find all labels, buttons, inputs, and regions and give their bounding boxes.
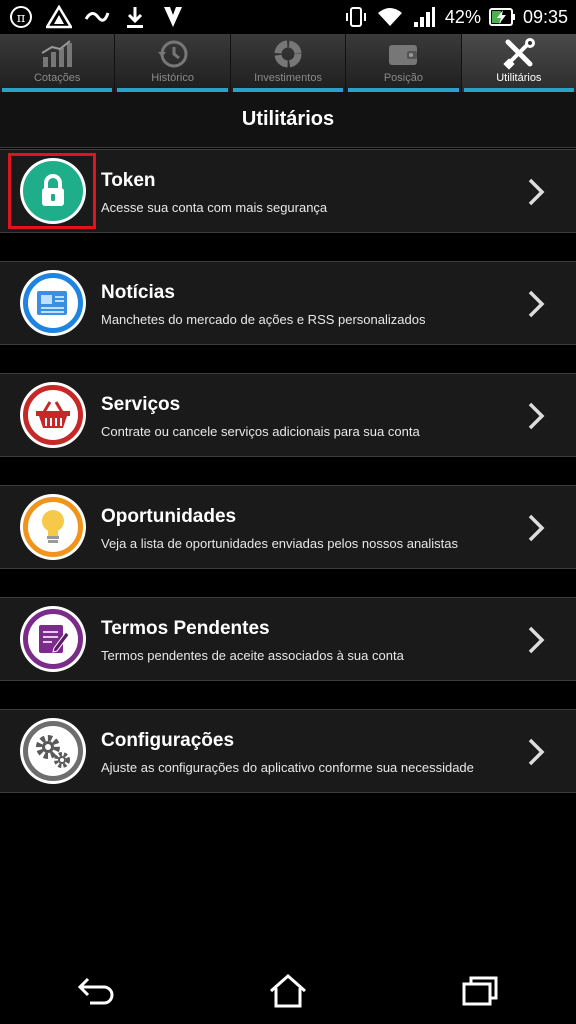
- tab-cotacoes[interactable]: Cotações: [0, 34, 116, 92]
- document-edit-icon: [23, 609, 83, 669]
- history-icon: [156, 38, 190, 70]
- item-title: Notícias: [101, 282, 175, 303]
- triangle-notification-icon: [46, 4, 72, 30]
- list-item-configuracoes[interactable]: Configurações Ajuste as configurações do…: [0, 709, 576, 793]
- list-item-servicos[interactable]: Serviços Contrate ou cancele serviços ad…: [0, 373, 576, 457]
- list-item-noticias[interactable]: Notícias Manchetes do mercado de ações e…: [0, 261, 576, 345]
- gears-icon: [23, 721, 83, 781]
- svg-text:π: π: [17, 11, 26, 26]
- lightbulb-icon: [23, 497, 83, 557]
- icon-badge: [20, 382, 86, 448]
- page-title: Utilitários: [0, 92, 576, 148]
- basket-icon: [23, 385, 83, 445]
- tools-icon: [502, 38, 536, 70]
- download-icon: [122, 4, 148, 30]
- tab-posicao[interactable]: Posição: [346, 34, 462, 92]
- home-button[interactable]: [258, 966, 318, 1016]
- icon-badge: [20, 494, 86, 560]
- item-subtitle: Manchetes do mercado de ações e RSS pers…: [101, 312, 426, 327]
- chevron-right-icon: [528, 738, 545, 766]
- wifi-icon: [377, 4, 403, 30]
- chart-icon: [40, 38, 74, 70]
- back-button[interactable]: [66, 966, 126, 1016]
- item-subtitle: Ajuste as configurações do aplicativo co…: [101, 760, 474, 775]
- highlight-box: [8, 153, 96, 229]
- home-icon: [270, 973, 306, 1008]
- icon-badge: [20, 270, 86, 336]
- tab-label: Cotações: [33, 72, 81, 84]
- newspaper-icon: [23, 273, 83, 333]
- item-title: Oportunidades: [101, 506, 237, 527]
- pi-notification-icon: π: [8, 4, 34, 30]
- icon-badge: [20, 718, 86, 784]
- item-title: Configurações: [101, 730, 235, 751]
- recent-apps-icon: [462, 976, 498, 1006]
- tab-label: Histórico: [151, 72, 194, 84]
- chevron-right-icon: [528, 290, 545, 318]
- tab-historico[interactable]: Histórico: [115, 34, 231, 92]
- signal-icon: [411, 4, 437, 30]
- list-item-oportunidades[interactable]: Oportunidades Veja a lista de oportunida…: [0, 485, 576, 569]
- battery-percent: 42%: [444, 6, 481, 27]
- donut-icon: [271, 38, 305, 70]
- tab-bar: Cotações Histórico Investimentos Posição…: [0, 34, 576, 92]
- item-subtitle: Contrate ou cancele serviços adicionais …: [101, 424, 420, 439]
- status-bar: π 42% 09:35: [0, 0, 576, 34]
- recent-apps-button[interactable]: [450, 966, 510, 1016]
- item-subtitle: Termos pendentes de aceite associados à …: [101, 648, 404, 663]
- tab-investimentos[interactable]: Investimentos: [231, 34, 347, 92]
- clock: 09:35: [522, 6, 568, 27]
- tab-label: Posição: [383, 72, 423, 84]
- battery-charging-icon: [488, 4, 515, 30]
- tab-utilitarios[interactable]: Utilitários: [461, 34, 576, 92]
- back-icon: [77, 977, 114, 1005]
- chevron-right-icon: [528, 626, 545, 654]
- tab-label: Utilitários: [496, 72, 542, 84]
- tab-label: Investimentos: [254, 72, 322, 84]
- list-item-termos-pendentes[interactable]: Termos Pendentes Termos pendentes de ace…: [0, 597, 576, 681]
- item-subtitle: Acesse sua conta com mais segurança: [101, 200, 328, 215]
- item-title: Termos Pendentes: [101, 618, 270, 639]
- swiftkey-icon: [84, 4, 110, 30]
- navigation-bar: [0, 958, 576, 1024]
- chevron-right-icon: [528, 402, 545, 430]
- app-notification-icon: [160, 4, 186, 30]
- item-subtitle: Veja a lista de oportunidades enviadas p…: [101, 536, 459, 551]
- wallet-icon: [386, 38, 420, 70]
- chevron-right-icon: [528, 178, 545, 206]
- item-title: Token: [101, 170, 156, 191]
- vibrate-icon: [343, 4, 369, 30]
- icon-badge: [20, 606, 86, 672]
- chevron-right-icon: [528, 514, 545, 542]
- item-title: Serviços: [101, 394, 181, 415]
